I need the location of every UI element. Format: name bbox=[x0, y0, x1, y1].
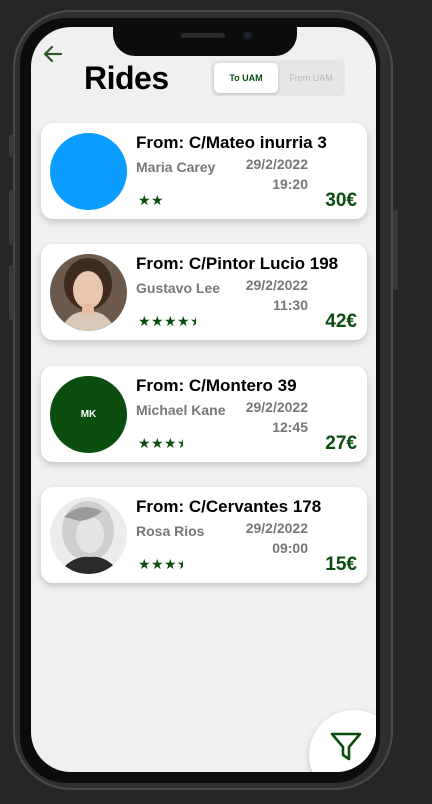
driver-name: Rosa Rios bbox=[136, 523, 205, 539]
star-icon: ★ bbox=[151, 557, 164, 571]
driver-name: Michael Kane bbox=[136, 402, 226, 418]
volume-down-button bbox=[9, 265, 14, 320]
ride-date: 29/2/2022 bbox=[245, 399, 308, 415]
star-icon: ★ bbox=[138, 193, 151, 207]
ride-price: 42€ bbox=[325, 311, 357, 332]
power-button bbox=[393, 210, 398, 290]
ride-card[interactable]: From: C/Mateo inurria 3 Maria Carey 29/2… bbox=[41, 123, 367, 219]
ride-price: 15€ bbox=[325, 554, 357, 575]
ride-origin: From: C/Cervantes 178 bbox=[136, 497, 322, 516]
mute-switch bbox=[9, 135, 14, 157]
star-icon: ★ bbox=[164, 314, 177, 328]
ride-date: 29/2/2022 bbox=[245, 520, 308, 536]
star-icon: ★ bbox=[138, 557, 151, 571]
driver-name: Maria Carey bbox=[136, 159, 216, 175]
star-icon: ★ bbox=[177, 314, 190, 328]
ride-time: 09:00 bbox=[272, 540, 308, 556]
rating-stars: ★★★★ bbox=[138, 557, 183, 571]
arrow-left-icon bbox=[43, 45, 63, 63]
ride-card[interactable]: From: C/Pintor Lucio 198 Gustavo Lee 29/… bbox=[41, 244, 367, 340]
driver-name: Gustavo Lee bbox=[136, 280, 221, 296]
rating-stars: ★★★★ bbox=[138, 436, 183, 450]
ride-card[interactable]: From: C/Cervantes 178 Rosa Rios 29/2/202… bbox=[41, 487, 367, 583]
star-icon: ★ bbox=[164, 436, 177, 450]
star-icon: ★ bbox=[151, 436, 164, 450]
volume-up-button bbox=[9, 190, 14, 245]
direction-toggle: To UAM From UAM bbox=[211, 60, 345, 96]
notch bbox=[113, 27, 297, 56]
ride-origin: From: C/Mateo inurria 3 bbox=[136, 133, 327, 152]
avatar bbox=[50, 254, 127, 331]
driver-photo bbox=[50, 497, 127, 574]
back-button[interactable] bbox=[41, 44, 65, 64]
speaker bbox=[181, 33, 225, 38]
star-icon: ★ bbox=[164, 557, 177, 571]
ride-date: 29/2/2022 bbox=[245, 156, 308, 172]
ride-card[interactable]: MK From: C/Montero 39 Michael Kane 29/2/… bbox=[41, 366, 367, 462]
ride-price: 27€ bbox=[325, 433, 357, 454]
rating-stars: ★★★★★ bbox=[138, 314, 196, 328]
funnel-icon bbox=[330, 732, 362, 761]
driver-photo bbox=[50, 254, 127, 331]
from-uam-option[interactable]: From UAM bbox=[279, 63, 343, 93]
star-icon: ★ bbox=[151, 193, 164, 207]
avatar: MK bbox=[50, 376, 127, 453]
filter-button[interactable] bbox=[309, 710, 376, 772]
star-icon: ★ bbox=[138, 436, 151, 450]
camera bbox=[242, 30, 253, 41]
ride-price: 30€ bbox=[325, 190, 357, 211]
avatar bbox=[50, 133, 127, 210]
half-star-icon: ★ bbox=[177, 557, 183, 571]
half-star-icon: ★ bbox=[190, 314, 196, 328]
ride-origin: From: C/Montero 39 bbox=[136, 376, 297, 395]
ride-time: 19:20 bbox=[272, 176, 308, 192]
star-icon: ★ bbox=[151, 314, 164, 328]
page-title: Rides bbox=[84, 60, 169, 96]
ride-date: 29/2/2022 bbox=[245, 277, 308, 293]
star-icon: ★ bbox=[138, 314, 151, 328]
ride-time: 12:45 bbox=[272, 419, 308, 435]
ride-origin: From: C/Pintor Lucio 198 bbox=[136, 254, 339, 273]
rating-stars: ★★ bbox=[138, 193, 164, 207]
avatar bbox=[50, 497, 127, 574]
avatar-initials: MK bbox=[80, 409, 97, 420]
ride-time: 11:30 bbox=[272, 297, 308, 313]
app-screen: Rides To UAM From UAM From: C/Mateo inur… bbox=[31, 27, 376, 772]
to-uam-option[interactable]: To UAM bbox=[214, 63, 278, 93]
half-star-icon: ★ bbox=[177, 436, 183, 450]
